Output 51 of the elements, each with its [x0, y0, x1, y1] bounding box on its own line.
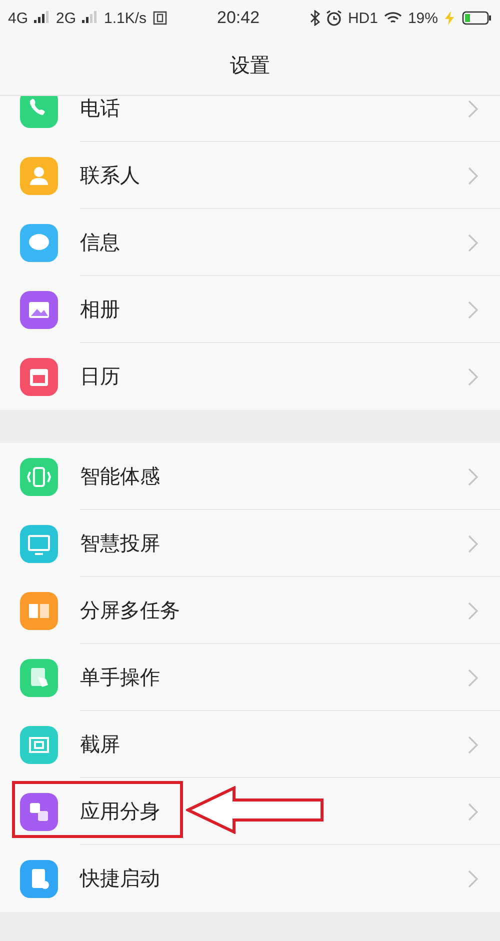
- settings-row[interactable]: 智慧投屏: [0, 510, 500, 577]
- settings-row[interactable]: 联系人: [0, 142, 500, 209]
- alarm-icon: [326, 10, 342, 26]
- setting-label: 日历: [80, 363, 120, 390]
- chevron-icon: [468, 736, 478, 754]
- setting-label: 信息: [80, 229, 120, 256]
- chevron-icon: [468, 802, 478, 820]
- setting-label: 分屏多任务: [80, 597, 180, 624]
- setting-label: 联系人: [80, 162, 140, 189]
- notification-icon: [152, 11, 167, 25]
- settings-row[interactable]: 信息: [0, 209, 500, 276]
- setting-label: 单手操作: [80, 664, 160, 691]
- wifi-icon: [384, 11, 402, 25]
- network-speed: 1.1K/s: [104, 10, 147, 26]
- chevron-icon: [468, 602, 478, 620]
- chevron-icon: [468, 534, 478, 552]
- setting-label: 电话: [80, 96, 120, 122]
- settings-row[interactable]: 截屏: [0, 711, 500, 778]
- charging-icon: [444, 11, 456, 25]
- chevron-icon: [468, 300, 478, 318]
- page-title: 设置: [230, 52, 270, 79]
- settings-row[interactable]: 单手操作: [0, 644, 500, 711]
- chevron-icon: [468, 368, 478, 386]
- setting-label: 应用分身: [80, 798, 160, 825]
- settings-row[interactable]: 分屏多任务: [0, 577, 500, 644]
- chevron-icon: [468, 166, 478, 184]
- signal-icon: [34, 11, 50, 25]
- signal-icon: [82, 11, 98, 25]
- settings-row[interactable]: 应用分身: [0, 778, 500, 845]
- network-type: 4G: [8, 10, 28, 26]
- chevron-icon: [468, 234, 478, 252]
- setting-label: 智能体感: [80, 463, 160, 490]
- chevron-icon: [468, 100, 478, 118]
- chevron-icon: [468, 870, 478, 888]
- setting-label: 截屏: [80, 731, 120, 758]
- chevron-icon: [468, 668, 478, 686]
- settings-row[interactable]: 相册: [0, 276, 500, 343]
- setting-label: 智慧投屏: [80, 530, 160, 557]
- settings-row[interactable]: 智能体感: [0, 443, 500, 510]
- clock-time: 20:42: [216, 8, 260, 28]
- chevron-icon: [468, 468, 478, 486]
- bluetooth-icon: [310, 10, 320, 26]
- hd-indicator: HD1: [348, 10, 378, 26]
- battery-percent: 19%: [408, 10, 438, 26]
- network-type: 2G: [56, 10, 76, 26]
- setting-label: 快捷启动: [80, 865, 160, 892]
- settings-row[interactable]: 快捷启动: [0, 845, 500, 912]
- battery-icon: [462, 11, 492, 25]
- setting-label: 相册: [80, 296, 120, 323]
- settings-row[interactable]: 电话: [0, 96, 500, 142]
- settings-row[interactable]: 日历: [0, 343, 500, 410]
